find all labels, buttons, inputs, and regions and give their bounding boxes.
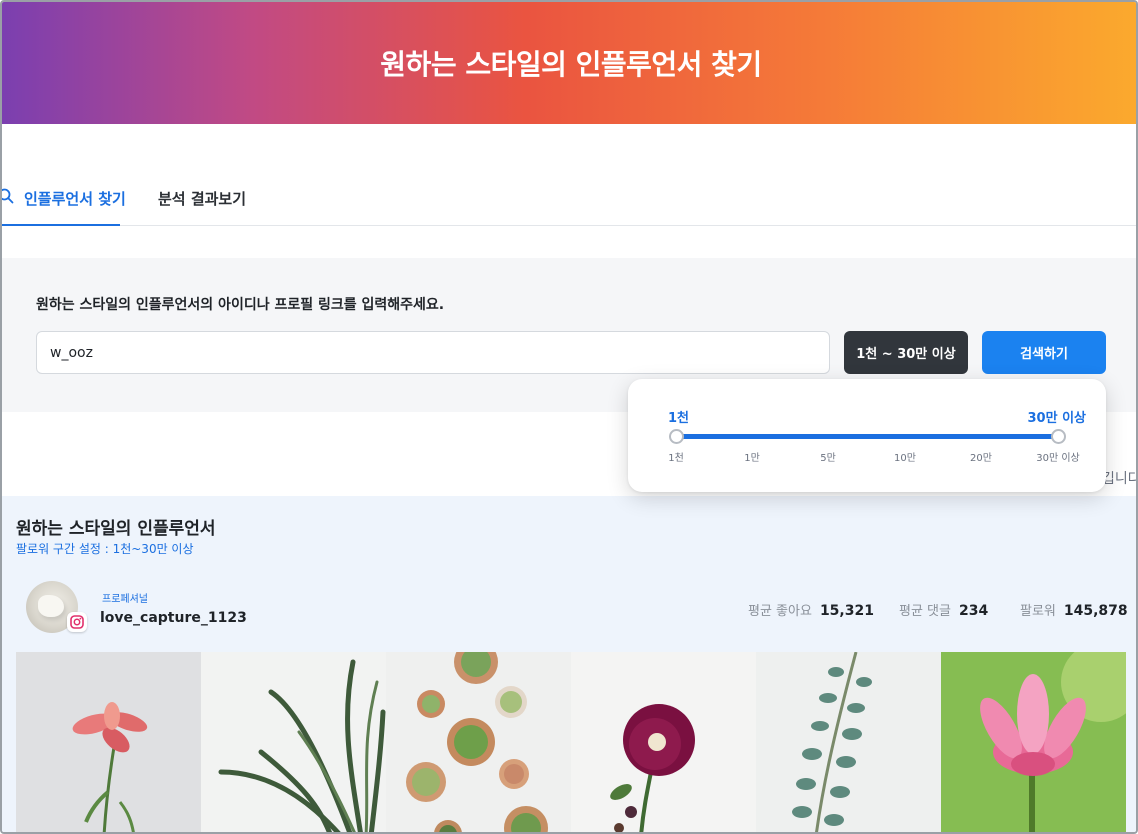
tab-find-influencer[interactable]: 인플루언서 찾기 [2, 186, 126, 226]
stat-avg-comments: 평균 댓글 234 [899, 600, 988, 619]
search-button[interactable]: 검색하기 [982, 331, 1106, 374]
app-window: 원하는 스타일의 인플루언서 찾기 인플루언서 찾기 분석 결과보기 원하는 스… [0, 0, 1138, 834]
instagram-icon [67, 612, 87, 632]
stat-label: 평균 좋아요 [748, 604, 812, 619]
hollyhock-flower-photo[interactable] [571, 652, 756, 832]
search-prompt: 원하는 스타일의 인플루언서의 아이디나 프로필 링크를 입력해주세요. [36, 297, 445, 313]
photo-grid [16, 652, 1126, 832]
page-title: 원하는 스타일의 인플루언서 찾기 [380, 48, 762, 81]
stat-label: 평균 댓글 [899, 604, 951, 619]
stat-followers: 팔로워 145,878 [1020, 600, 1128, 619]
pink-lily-photo[interactable] [16, 652, 201, 832]
stat-label: 팔로워 [1020, 604, 1056, 619]
tab-analysis-results[interactable]: 분석 결과보기 [158, 186, 246, 226]
lotus-photo[interactable] [941, 652, 1126, 832]
eucalyptus-photo[interactable] [756, 652, 941, 832]
stat-avg-likes: 평균 좋아요 15,321 [748, 600, 874, 619]
tab-label: 인플루언서 찾기 [24, 190, 126, 208]
influencer-tier-badge: 프로페셔널 [102, 594, 148, 605]
influencer-handle[interactable]: love_capture_1123 [100, 610, 247, 626]
range-min-label: 1천 [668, 411, 690, 426]
range-slider-min-handle[interactable] [669, 429, 684, 444]
tab-bar: 인플루언서 찾기 분석 결과보기 [2, 124, 1136, 226]
stat-value: 145,878 [1063, 603, 1128, 619]
stat-value: 234 [958, 603, 989, 619]
range-tick: 10만 [894, 453, 916, 464]
range-max-label: 30만 이상 [1027, 411, 1087, 426]
follower-range-popover: 1천 30만 이상 1천 1만 5만 10만 20만 30만 이상 [628, 379, 1106, 492]
stat-value: 15,321 [819, 603, 874, 619]
range-tick: 1만 [744, 453, 760, 464]
search-input[interactable] [36, 331, 830, 374]
range-tick: 30만 이상 [1036, 453, 1080, 464]
results-title: 원하는 스타일의 인플루언서 [16, 519, 216, 539]
follower-range-button[interactable]: 1천 ~ 30만 이상 [844, 331, 968, 374]
range-tick: 1천 [668, 453, 684, 464]
succulents-photo[interactable] [386, 652, 571, 832]
range-slider-track[interactable] [676, 434, 1058, 439]
search-icon [2, 188, 14, 204]
range-tick: 5만 [820, 453, 836, 464]
grass-plant-photo[interactable] [201, 652, 386, 832]
obscured-text: 깁니다 [1102, 471, 1138, 487]
tab-label: 분석 결과보기 [158, 190, 247, 208]
results-section: 원하는 스타일의 인플루언서 팔로워 구간 설정 : 1천~30만 이상 프로페… [2, 496, 1136, 832]
follower-range-summary: 팔로워 구간 설정 : 1천~30만 이상 [16, 542, 194, 556]
page-header: 원하는 스타일의 인플루언서 찾기 [2, 2, 1136, 124]
range-tick: 20만 [970, 453, 992, 464]
range-slider-max-handle[interactable] [1051, 429, 1066, 444]
